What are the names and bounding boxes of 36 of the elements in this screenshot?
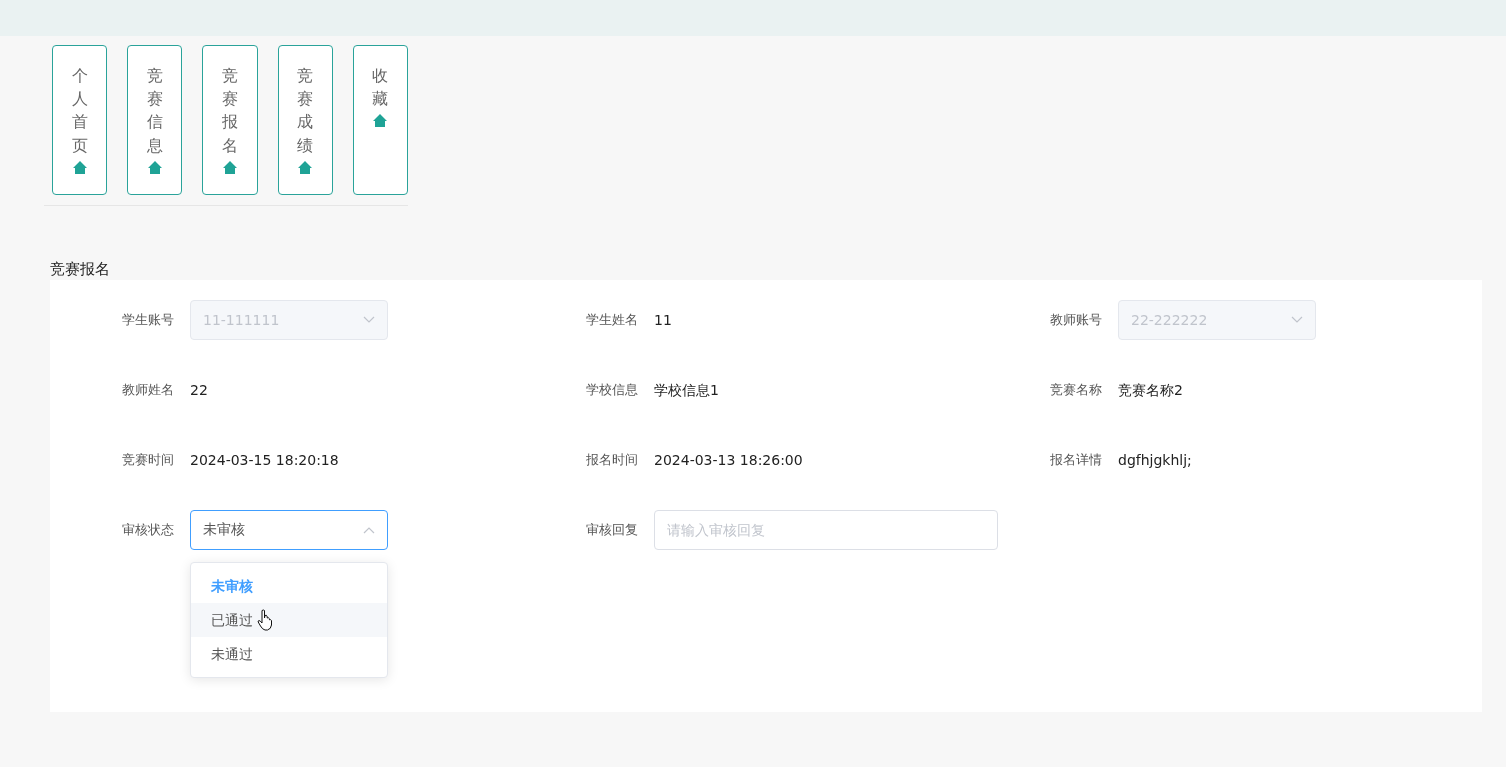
field-label: 竞赛名称 (1050, 381, 1103, 399)
field-label: 学生姓名 (586, 311, 639, 329)
field-value: 2024-03-13 18:26:00 (654, 451, 803, 470)
dropdown-option[interactable]: 未通过 (191, 637, 387, 671)
hand-cursor-icon (257, 609, 273, 631)
nav-tab[interactable]: 个人首页 (52, 45, 108, 195)
nav-tab[interactable]: 收藏 (352, 45, 408, 195)
nav-tab[interactable]: 竞赛成绩 (277, 45, 333, 195)
chevron-down-icon (363, 316, 375, 324)
nav-tab[interactable]: 竞赛报名 (202, 45, 258, 195)
field-label: 审核回复 (586, 521, 639, 539)
field-label: 报名详情 (1050, 451, 1103, 469)
house-icon (298, 160, 313, 174)
field-value: dgfhjgkhlj; (1118, 451, 1192, 470)
field-value: 11 (654, 311, 672, 330)
house-icon (223, 160, 237, 174)
field-label: 竞赛时间 (122, 451, 175, 469)
house-icon (147, 160, 162, 174)
house-icon (72, 160, 87, 174)
field-value: 竞赛名称2 (1118, 381, 1183, 400)
section-title: 竞赛报名 (50, 259, 110, 280)
dropdown-option[interactable]: 已通过 (191, 603, 387, 637)
chevron-up-icon (363, 526, 375, 534)
nav-tab[interactable]: 竞赛信息 (127, 45, 183, 195)
field-label: 报名时间 (586, 451, 639, 469)
select-field[interactable]: 未审核 (190, 510, 388, 550)
field-label: 教师姓名 (122, 381, 175, 399)
house-icon (373, 114, 388, 128)
field-value: 2024-03-15 18:20:18 (190, 451, 339, 470)
field-value: 22 (190, 381, 208, 400)
field-label: 审核状态 (122, 521, 175, 539)
chevron-down-icon (1291, 316, 1303, 324)
field-label: 学生账号 (122, 311, 175, 329)
field-value: 学校信息1 (654, 381, 719, 400)
field-label: 教师账号 (1050, 311, 1103, 329)
field-label: 学校信息 (586, 381, 639, 399)
